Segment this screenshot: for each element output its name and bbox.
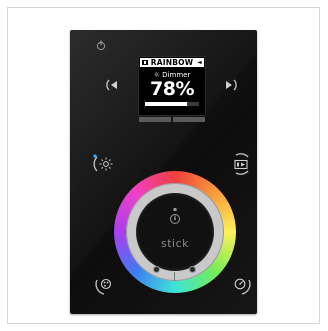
dimmer-value: 78% <box>150 78 194 100</box>
wheel-ring: stick <box>126 183 224 281</box>
screen-button-left[interactable] <box>139 117 171 122</box>
color-wheel[interactable]: stick <box>114 171 236 293</box>
wheel-center-button[interactable]: stick <box>136 193 214 271</box>
mode-label: RAINBOW <box>150 58 194 67</box>
chevron-right-icon[interactable] <box>223 77 239 93</box>
screen-button-right[interactable] <box>173 117 205 122</box>
wheel-minus-dot[interactable] <box>154 267 159 272</box>
mode-arrow-icon: ◄ <box>197 59 202 66</box>
speed-icon[interactable] <box>228 272 254 298</box>
brightness-icon[interactable] <box>91 151 117 177</box>
oled-display: RAINBOW ◄ ☼ Dimmer 78% <box>138 56 206 116</box>
scene-icon[interactable] <box>228 151 254 177</box>
bulb-icon <box>170 208 180 224</box>
wheel-divider <box>174 272 175 281</box>
dimmer-progress <box>145 102 199 106</box>
wheel-plus-dot[interactable] <box>190 267 195 272</box>
mode-bar: RAINBOW ◄ <box>140 58 204 67</box>
color-palette-icon[interactable] <box>92 272 118 298</box>
dimmer-progress-fill <box>145 102 187 106</box>
brand-logo: stick <box>160 237 190 250</box>
chevron-left-icon[interactable] <box>104 77 120 93</box>
mode-icon <box>142 60 148 65</box>
power-icon[interactable] <box>96 39 106 51</box>
